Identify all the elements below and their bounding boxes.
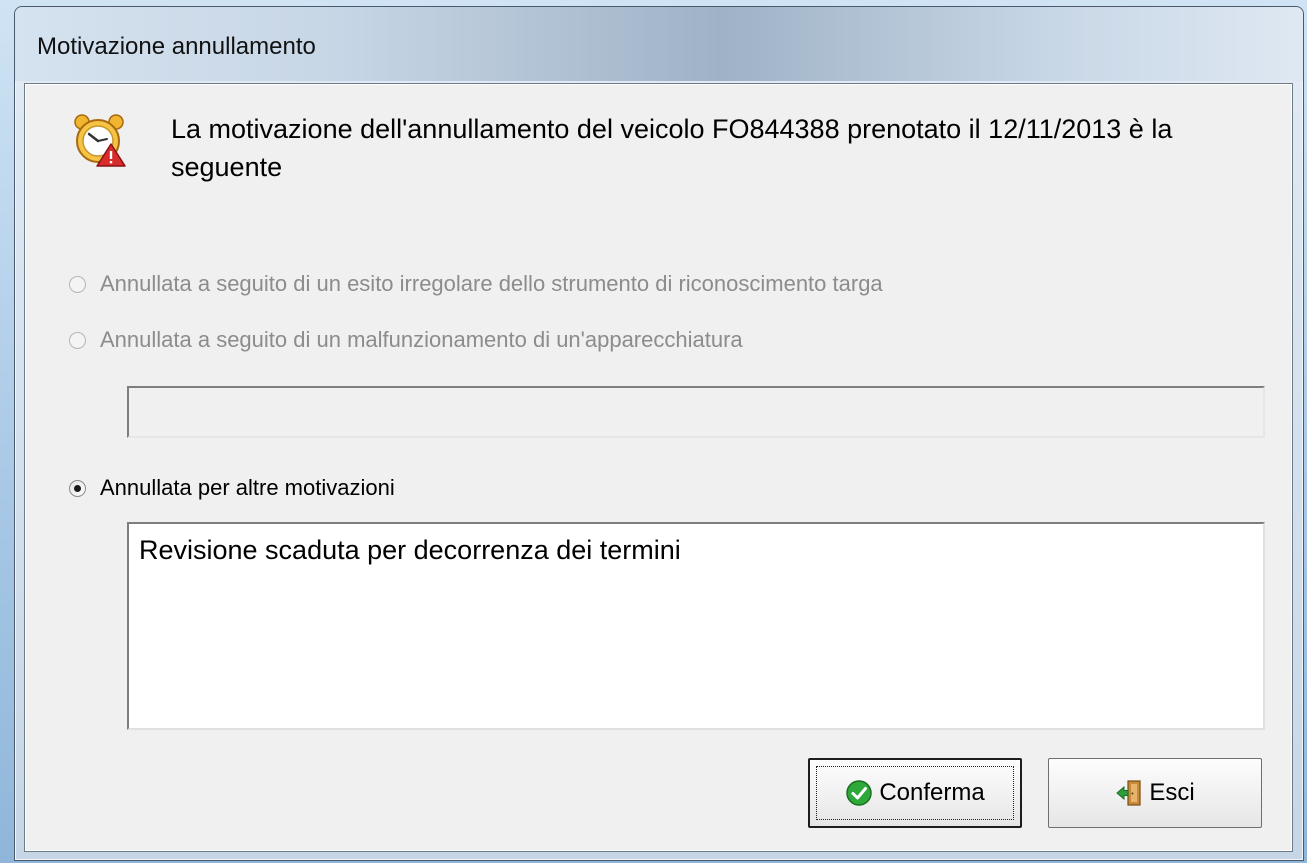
option-label: Annullata a seguito di un esito irregola… (100, 271, 883, 296)
equipment-detail-field[interactable] (127, 386, 1265, 438)
radio-button-selected[interactable] (69, 479, 86, 497)
window-title: Motivazione annullamento (37, 33, 316, 60)
option-label: Annullata a seguito di un malfunzionamen… (100, 327, 743, 352)
exit-door-icon (1116, 780, 1141, 806)
dialog-content: La motivazione dell'annullamento del vei… (24, 83, 1293, 852)
option-equipment-malfunction[interactable]: Annullata a seguito di un malfunzionamen… (69, 326, 743, 354)
reason-textarea[interactable]: Revisione scaduta per decorrenza dei ter… (127, 522, 1265, 730)
focus-rectangle (816, 766, 1014, 820)
option-label: Annullata per altre motivazioni (100, 475, 395, 500)
dialog-window: Motivazione annullamento La motivazione … (14, 6, 1304, 861)
confirm-button[interactable]: Conferma (808, 758, 1022, 828)
radio-button[interactable] (69, 275, 86, 293)
header-message: La motivazione dell'annullamento del vei… (171, 114, 1173, 182)
alarm-clock-warning-icon (74, 114, 126, 167)
option-other-reasons[interactable]: Annullata per altre motivazioni (69, 474, 395, 502)
radio-button[interactable] (69, 331, 86, 349)
exit-label: Esci (1149, 779, 1195, 806)
title-bar[interactable]: Motivazione annullamento (15, 7, 1303, 81)
option-plate-recognition[interactable]: Annullata a seguito di un esito irregola… (69, 270, 883, 298)
exit-button[interactable]: Esci (1048, 758, 1262, 828)
